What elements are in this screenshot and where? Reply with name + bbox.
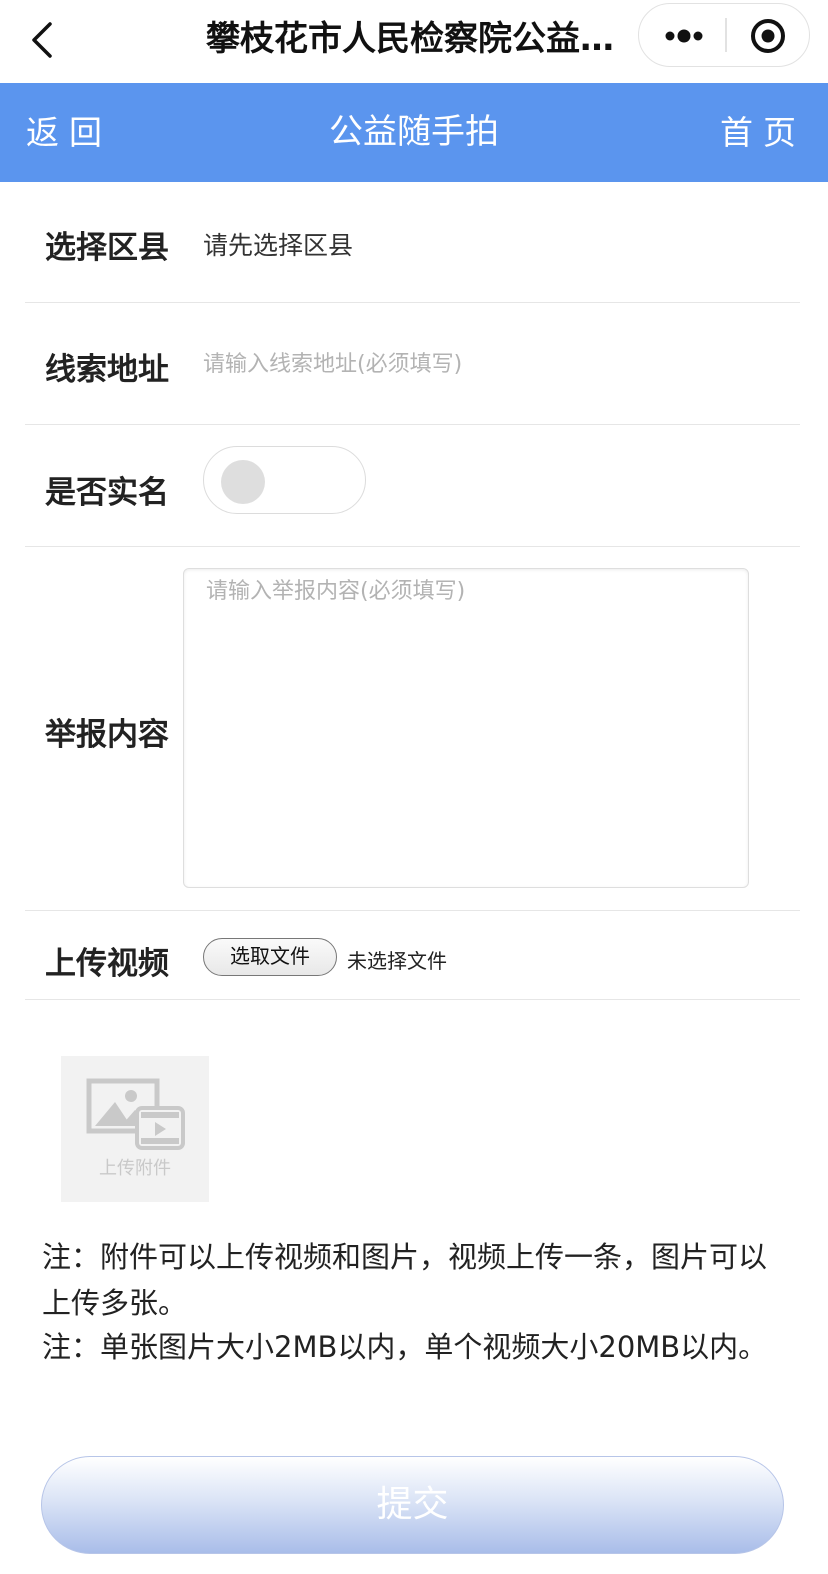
- submit-button[interactable]: 提交: [41, 1456, 784, 1554]
- back-chevron-icon[interactable]: [26, 18, 66, 62]
- video-row: 上传视频 选取文件 未选择文件: [25, 911, 800, 1000]
- address-input[interactable]: [203, 339, 763, 389]
- menu-capsule: [638, 3, 810, 67]
- app-title: 攀枝花市人民检察院公益…: [206, 19, 614, 59]
- upload-caption: 上传附件: [99, 1158, 171, 1179]
- district-select[interactable]: 请先选择区县: [203, 226, 353, 262]
- choose-file-button[interactable]: 选取文件: [203, 938, 337, 976]
- note-attachment-types: 注：附件可以上传视频和图片，视频上传一条，图片可以上传多张。: [42, 1240, 768, 1320]
- realname-label: 是否实名: [45, 475, 169, 511]
- content-row: 举报内容: [25, 547, 800, 911]
- address-row: 线索地址: [25, 303, 800, 425]
- toggle-knob: [221, 460, 265, 504]
- district-label: 选择区县: [45, 230, 169, 266]
- content-textarea[interactable]: [183, 568, 749, 888]
- address-label: 线索地址: [45, 352, 169, 388]
- close-mini-program-icon[interactable]: [726, 4, 810, 66]
- page-header: 返回 公益随手拍 首页: [0, 83, 828, 182]
- realname-toggle[interactable]: [203, 446, 366, 514]
- file-status: 未选择文件: [347, 949, 447, 973]
- note-size-limits: 注：单张图片大小2MB以内，单个视频大小20MB以内。: [42, 1330, 768, 1364]
- district-row: 选择区县 请先选择区县: [25, 182, 800, 303]
- image-video-icon: [86, 1078, 185, 1150]
- video-label: 上传视频: [45, 946, 169, 982]
- content-label: 举报内容: [45, 717, 169, 753]
- home-button[interactable]: 首页: [720, 83, 806, 182]
- page-title: 公益随手拍: [329, 112, 499, 152]
- more-icon[interactable]: [639, 4, 725, 66]
- upload-attachment-button[interactable]: 上传附件: [61, 1056, 209, 1202]
- realname-row: 是否实名: [25, 425, 800, 547]
- mini-program-navbar: 攀枝花市人民检察院公益…: [0, 0, 828, 83]
